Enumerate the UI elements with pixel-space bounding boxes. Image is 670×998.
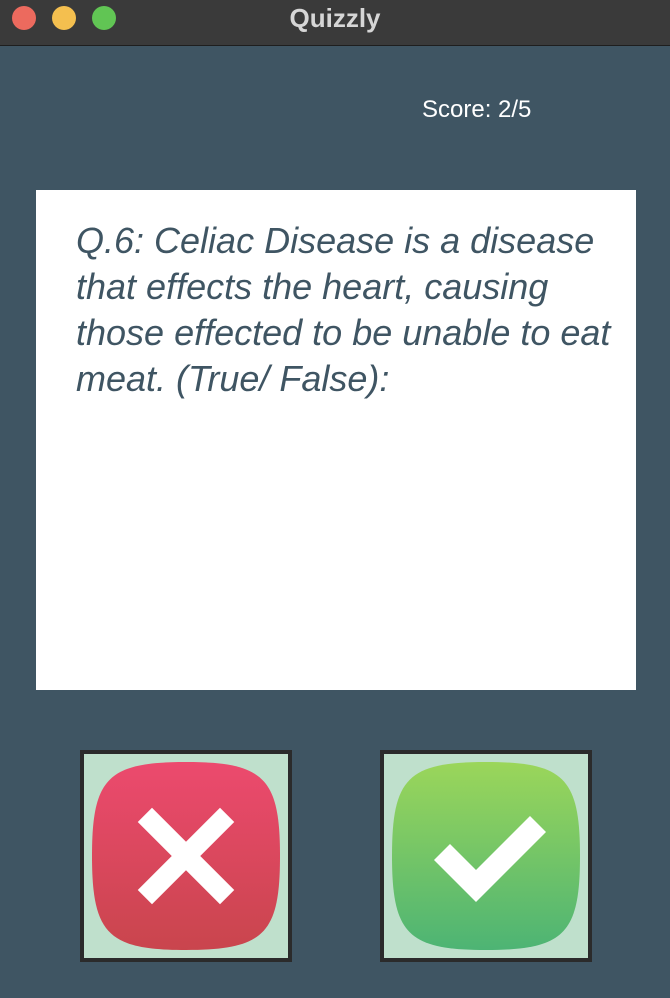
false-button[interactable] (80, 750, 292, 962)
question-text: Q.6: Celiac Disease is a disease that ef… (76, 220, 611, 399)
close-icon (92, 762, 280, 950)
window-titlebar: Quizzly (0, 0, 670, 46)
check-icon (392, 762, 580, 950)
window-title: Quizzly (289, 3, 381, 33)
true-button[interactable] (380, 750, 592, 962)
question-card: Q.6: Celiac Disease is a disease that ef… (36, 190, 636, 690)
score-label: Score: 2/5 (422, 96, 532, 123)
